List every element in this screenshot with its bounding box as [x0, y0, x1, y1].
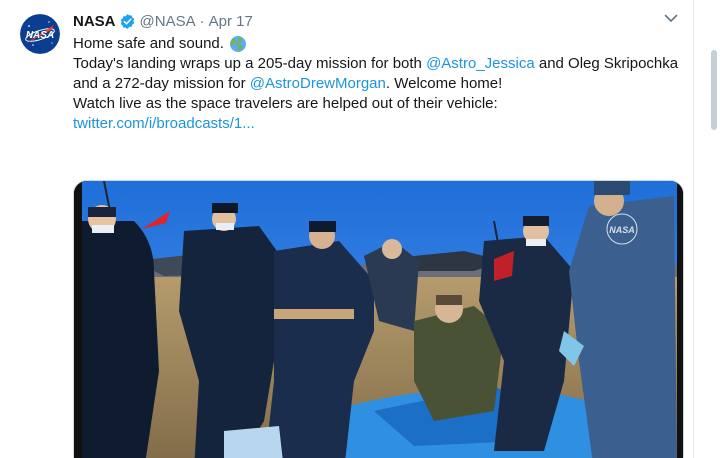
svg-text:NASA: NASA — [26, 30, 54, 41]
scrollbar-thumb[interactable] — [711, 50, 717, 130]
broadcast-link[interactable]: twitter.com/i/broadcasts/1... — [73, 115, 255, 132]
tweet-text-segment: . Welcome home! — [385, 75, 503, 92]
tweet-paragraph-2: Today's landing wraps up a 205-day missi… — [73, 54, 683, 94]
tweet-text-segment: Watch live as the space travelers are he… — [73, 95, 498, 112]
tweet-date[interactable]: Apr 17 — [209, 13, 253, 30]
tweet-header: NASA @NASA · Apr 17 — [73, 11, 253, 31]
nasa-avatar[interactable]: NASA — [20, 14, 60, 54]
tweet-line-1-text: Home safe and sound. — [73, 35, 224, 52]
mention-astro-drew-morgan[interactable]: @AstroDrewMorgan — [250, 75, 386, 92]
tweet-paragraph-3: Watch live as the space travelers are he… — [73, 94, 683, 134]
author-handle[interactable]: @NASA — [140, 13, 196, 30]
svg-text:NASA: NASA — [609, 225, 635, 235]
mention-astro-jessica[interactable]: @Astro_Jessica — [426, 55, 535, 72]
tweet-text-segment: Today's landing wraps up a 205-day missi… — [73, 55, 427, 72]
video-frame: NASA — [74, 181, 683, 458]
nasa-meatball-logo-icon: NASA — [20, 14, 60, 54]
verified-badge-icon — [119, 13, 136, 30]
tweet-body: Home safe and sound. Today's landing wra… — [73, 34, 683, 134]
globe-icon — [229, 35, 247, 53]
tweet-line-1: Home safe and sound. — [73, 34, 683, 54]
tweet-video[interactable]: NASA — [73, 180, 684, 458]
separator-dot: · — [199, 12, 205, 30]
author-display-name[interactable]: NASA — [73, 13, 116, 30]
tweet-card[interactable]: NASA NASA @NASA · Apr 17 Home safe and s… — [0, 0, 694, 458]
chevron-down-icon[interactable] — [664, 12, 678, 24]
